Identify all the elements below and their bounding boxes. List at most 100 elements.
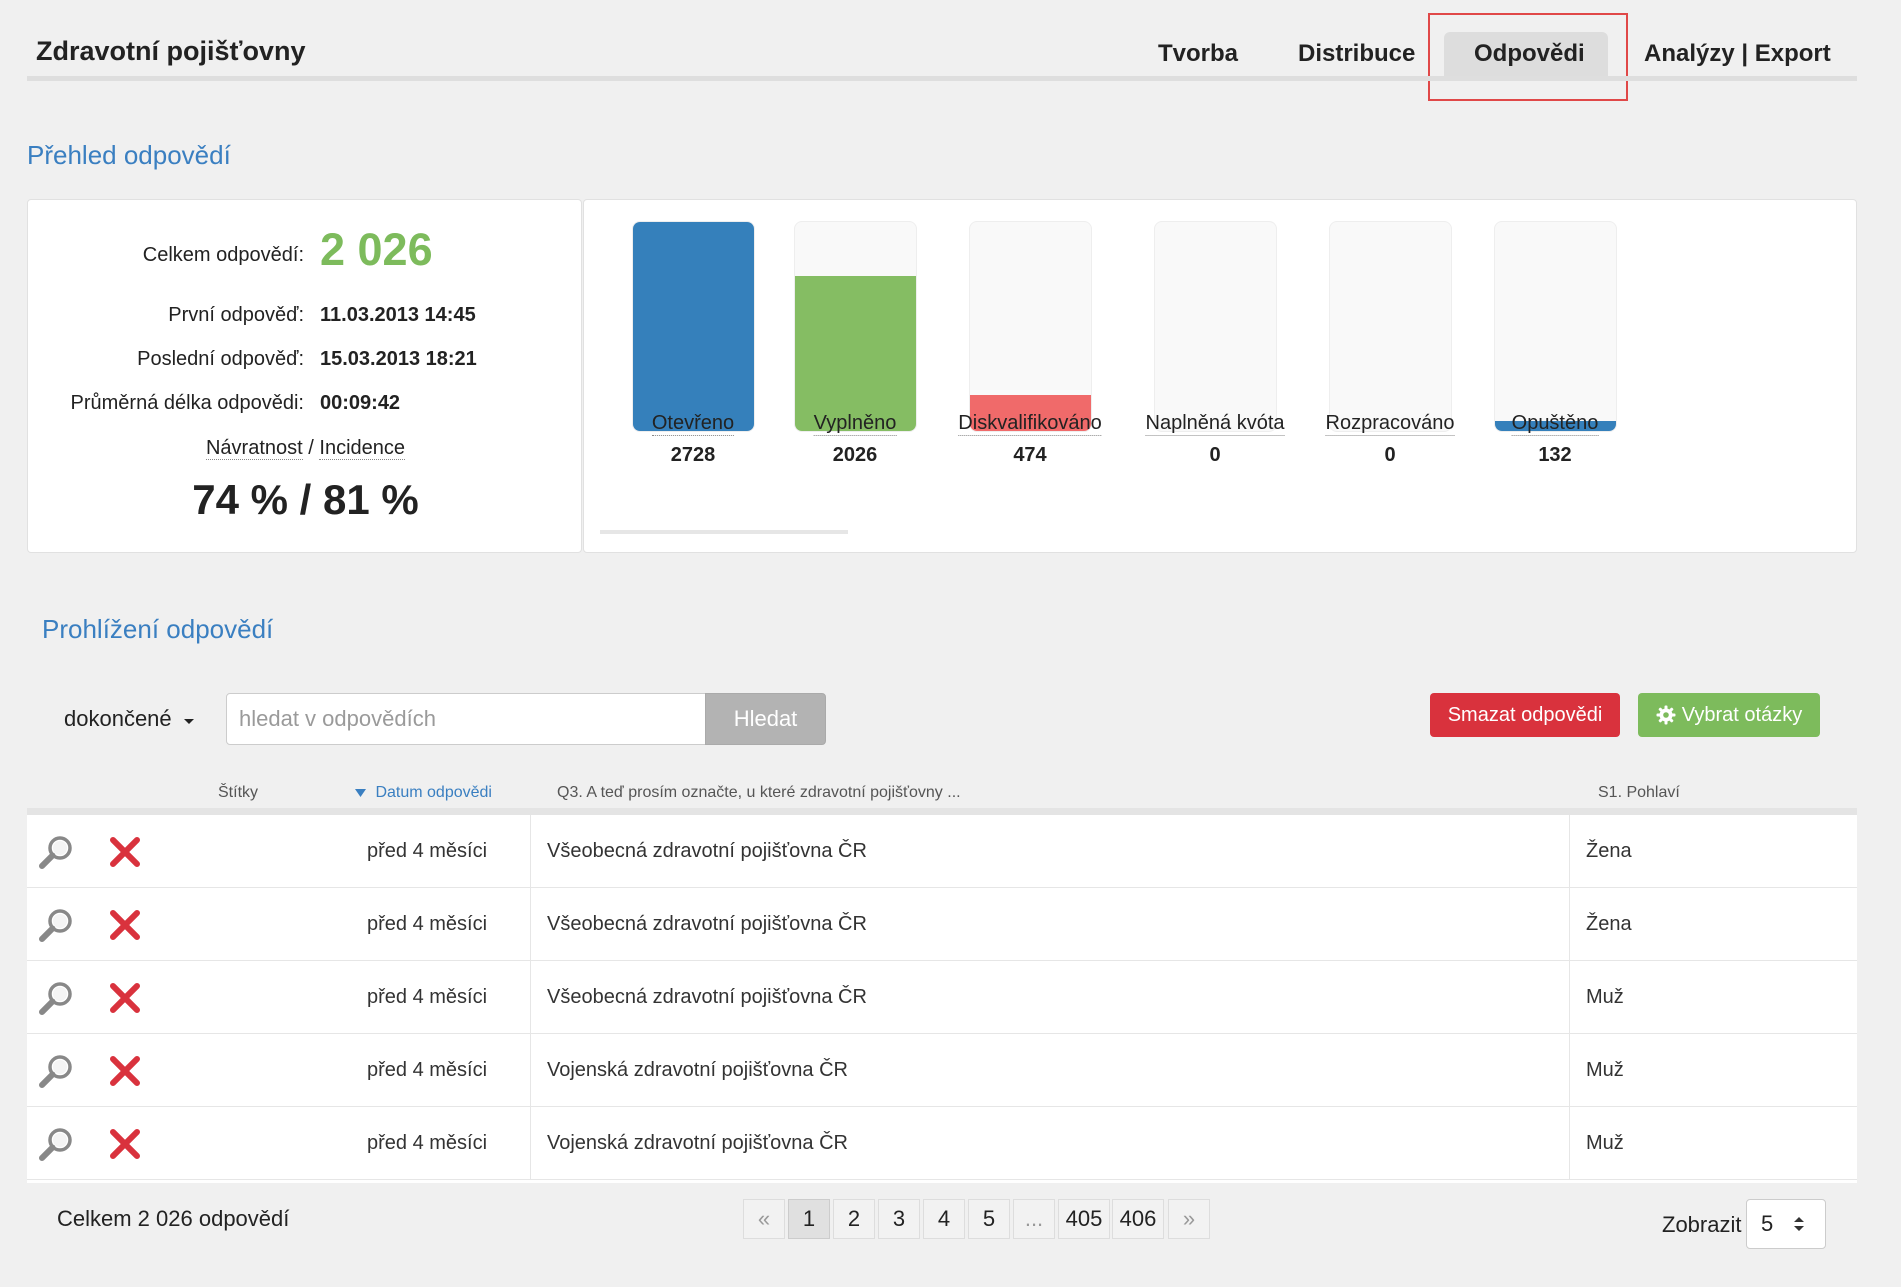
last-response-value: 15.03.2013 18:21: [320, 348, 477, 370]
cell-s1: Žena: [1586, 840, 1632, 862]
view-response-icon[interactable]: [38, 979, 76, 1017]
cell-date: před 4 měsíci: [367, 1059, 488, 1081]
bar-label-2[interactable]: Diskvalifikováno: [958, 411, 1102, 436]
col-q3[interactable]: Q3. A teď prosím označte, u které zdravo…: [557, 784, 961, 802]
stats-panel: Celkem odpovědí: 2 026 První odpověď: 11…: [27, 199, 582, 553]
pagination-page[interactable]: 5: [968, 1199, 1010, 1239]
status-filter-value: dokončené: [64, 706, 172, 731]
column-divider: [1569, 888, 1570, 960]
table-row[interactable]: před 4 měsíci Všeobecná zdravotní pojišťo…: [27, 961, 1857, 1034]
delete-response-icon[interactable]: [106, 1052, 144, 1090]
sort-desc-icon: [355, 789, 366, 797]
column-divider: [530, 1034, 531, 1106]
cell-date: před 4 měsíci: [367, 913, 488, 935]
view-response-icon[interactable]: [38, 1125, 76, 1163]
bar-track-0[interactable]: [632, 221, 755, 432]
bar-track-3[interactable]: [1154, 221, 1277, 432]
tab-distribuce[interactable]: Distribuce: [1298, 40, 1415, 68]
col-date-label: Datum odpovědi: [375, 784, 492, 801]
col-tags[interactable]: Štítky: [218, 784, 258, 802]
rates-separator: /: [308, 437, 314, 459]
status-filter-dropdown[interactable]: dokončené: [64, 706, 196, 732]
pagination-page[interactable]: 405: [1058, 1199, 1110, 1239]
cell-q3: Všeobecná zdravotní pojišťovna ČR: [547, 986, 867, 1008]
bar-count-0: 2728: [670, 444, 716, 466]
pagination-page[interactable]: 2: [833, 1199, 875, 1239]
cell-q3: Vojenská zdravotní pojišťovna ČR: [547, 1059, 848, 1081]
cell-q3: Všeobecná zdravotní pojišťovna ČR: [547, 913, 867, 935]
first-response-value: 11.03.2013 14:45: [320, 304, 476, 326]
table-row[interactable]: před 4 měsíci Vojenská zdravotní pojišťov…: [27, 1034, 1857, 1107]
bar-track-1[interactable]: [794, 221, 917, 432]
pagination-prev[interactable]: «: [743, 1199, 785, 1239]
tab-analyzy-export[interactable]: Analýzy | Export: [1644, 40, 1831, 68]
view-response-icon[interactable]: [38, 1052, 76, 1090]
cell-s1: Muž: [1586, 1132, 1624, 1154]
total-value: 2 026: [320, 224, 433, 275]
bar-label-5[interactable]: Opuštěno: [1511, 411, 1599, 436]
pagination-next[interactable]: »: [1168, 1199, 1210, 1239]
column-divider: [530, 961, 531, 1033]
search-input[interactable]: [226, 693, 706, 745]
column-divider: [530, 888, 531, 960]
avg-length-label: Průměrná délka odpovědi:: [70, 392, 304, 414]
cell-date: před 4 měsíci: [367, 1132, 488, 1154]
page-size-select[interactable]: 5: [1746, 1199, 1826, 1249]
view-response-icon[interactable]: [38, 906, 76, 944]
caret-down-icon: [183, 719, 194, 724]
updown-icon: [1794, 1217, 1805, 1231]
column-divider: [1569, 1107, 1570, 1179]
avg-length-value: 00:09:42: [320, 392, 401, 414]
delete-responses-button[interactable]: Smazat odpovědi: [1430, 693, 1620, 737]
bar-count-3: 0: [1209, 444, 1221, 466]
bar-fill-1: [795, 275, 916, 431]
total-label: Celkem odpovědí:: [142, 244, 304, 266]
table-header-divider: [27, 808, 1857, 815]
pagination-page[interactable]: 1: [788, 1199, 830, 1239]
bar-count-2: 474: [1013, 444, 1047, 466]
delete-response-icon[interactable]: [106, 979, 144, 1017]
pagination-page[interactable]: 3: [878, 1199, 920, 1239]
chart-active-underline: [600, 530, 848, 534]
col-s1[interactable]: S1. Pohlaví: [1598, 784, 1680, 802]
table-row[interactable]: před 4 měsíci Všeobecná zdravotní pojišťo…: [27, 815, 1857, 888]
rates-value: 74 % / 81 %: [192, 476, 419, 523]
bar-track-2[interactable]: [969, 221, 1092, 432]
table-row[interactable]: před 4 měsíci Vojenská zdravotní pojišťov…: [27, 1107, 1857, 1180]
choose-questions-label: Vybrat otázky: [1681, 703, 1803, 726]
browse-title: Prohlížení odpovědí: [42, 614, 274, 644]
column-divider: [530, 815, 531, 887]
last-response-label: Poslední odpověď:: [137, 348, 304, 370]
tab-tvorba[interactable]: Tvorba: [1158, 40, 1238, 68]
search-button[interactable]: Hledat: [705, 693, 826, 745]
gear-icon: [1656, 705, 1676, 725]
bar-count-5: 132: [1538, 444, 1572, 466]
bar-label-1[interactable]: Vyplněno: [813, 411, 897, 436]
pagination-page[interactable]: 4: [923, 1199, 965, 1239]
header-divider: [27, 76, 1857, 81]
page-size-value: 5: [1761, 1211, 1774, 1236]
app-title: Zdravotní pojišťovny: [36, 36, 306, 66]
bar-track-4[interactable]: [1329, 221, 1452, 432]
bar-label-4[interactable]: Rozpracováno: [1325, 411, 1455, 436]
bar-label-0[interactable]: Otevřeno: [651, 411, 735, 436]
view-response-icon[interactable]: [38, 833, 76, 871]
col-date-sort[interactable]: Datum odpovědi: [355, 784, 492, 802]
delete-response-icon[interactable]: [106, 906, 144, 944]
choose-questions-button[interactable]: Vybrat otázky: [1638, 693, 1820, 737]
delete-response-icon[interactable]: [106, 1125, 144, 1163]
cell-q3: Všeobecná zdravotní pojišťovna ČR: [547, 840, 867, 862]
cell-date: před 4 měsíci: [367, 986, 488, 1008]
return-rate-label: Návratnost: [205, 437, 303, 460]
pagination-ellipsis: ...: [1013, 1199, 1055, 1239]
table-row[interactable]: před 4 měsíci Všeobecná zdravotní pojišťo…: [27, 888, 1857, 961]
bar-track-5[interactable]: [1494, 221, 1617, 432]
bar-label-3[interactable]: Naplněná kvóta: [1145, 411, 1285, 436]
delete-response-icon[interactable]: [106, 833, 144, 871]
column-divider: [1569, 1034, 1570, 1106]
bar-count-1: 2026: [832, 444, 878, 466]
responses-table: před 4 měsíci Všeobecná zdravotní pojišťo…: [27, 815, 1857, 1183]
first-response-label: První odpověď:: [168, 304, 304, 326]
pagination-page[interactable]: 406: [1112, 1199, 1164, 1239]
cell-q3: Vojenská zdravotní pojišťovna ČR: [547, 1132, 848, 1154]
